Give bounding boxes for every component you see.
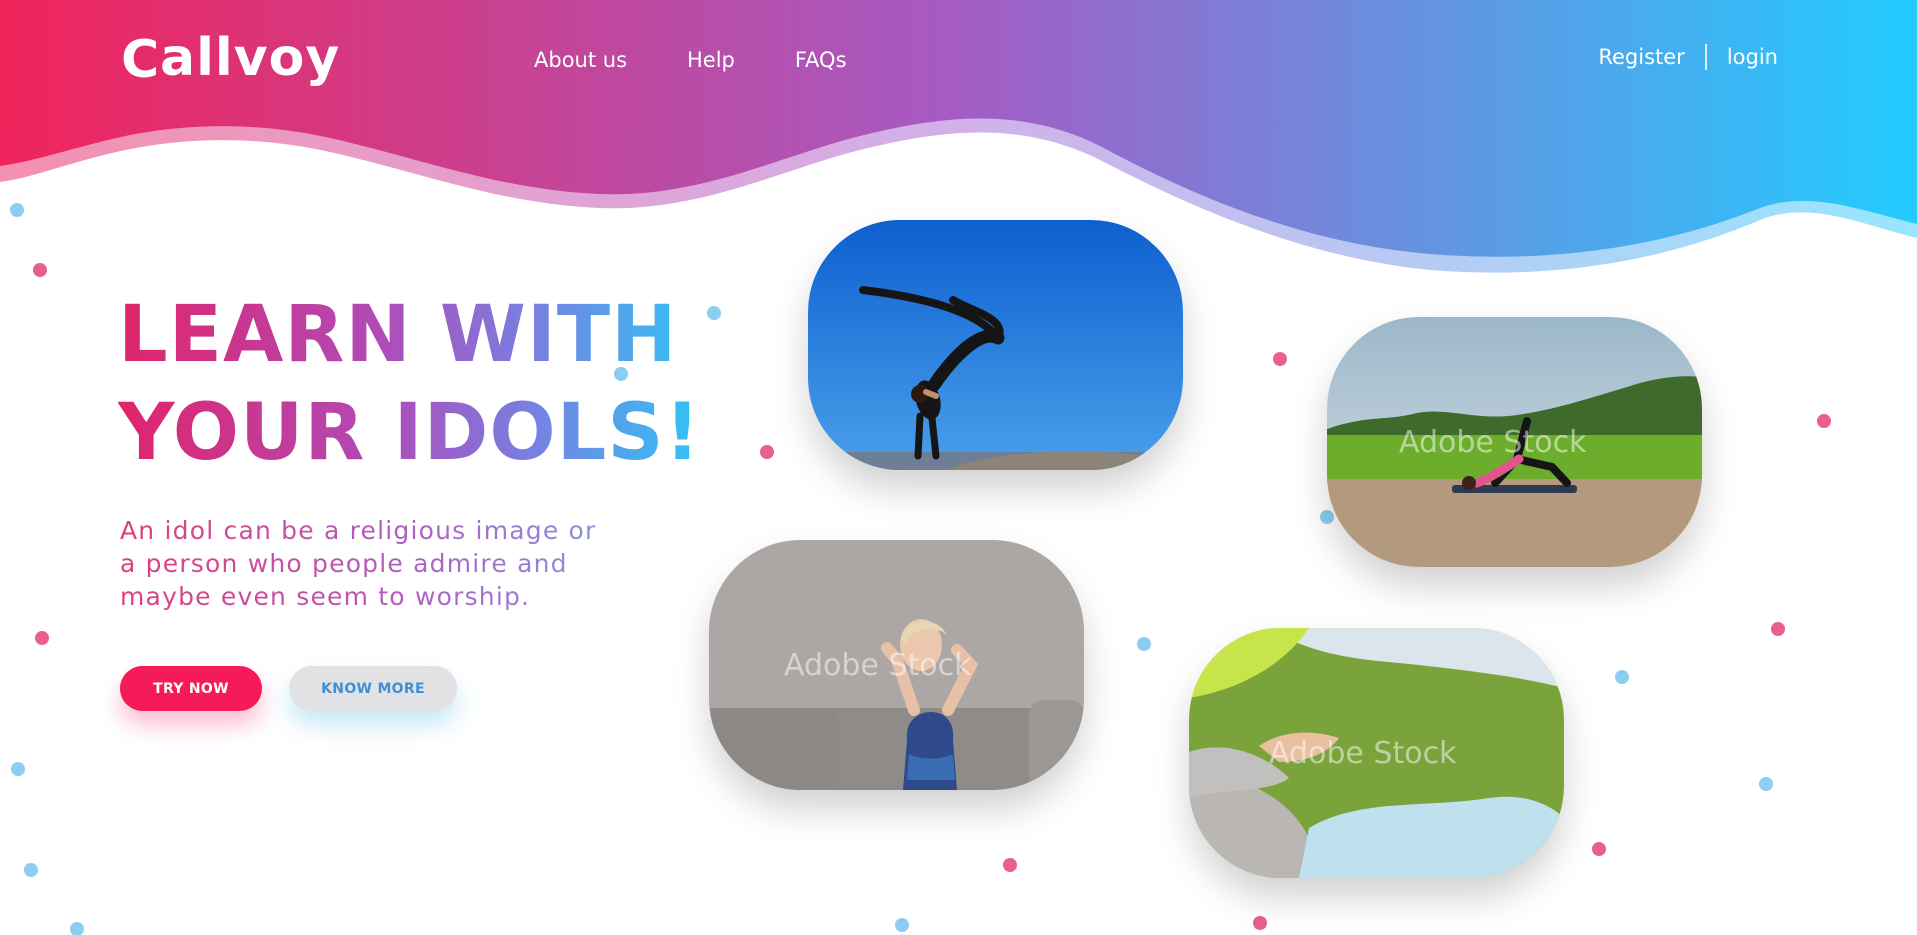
decor-dot xyxy=(1817,414,1831,428)
stock-watermark: Adobe Stock xyxy=(784,648,972,683)
decor-dot xyxy=(1615,670,1629,684)
decor-dot xyxy=(1759,777,1773,791)
photo-meditation-grass: Adobe Stock xyxy=(1189,628,1564,878)
auth-divider xyxy=(1704,44,1707,70)
brand-logo-initial: C xyxy=(121,30,160,90)
photo-handstand-yoga xyxy=(808,220,1183,470)
decor-dot xyxy=(1320,510,1334,524)
nav-item-faqs[interactable]: FAQs xyxy=(795,48,847,72)
register-link[interactable]: Register xyxy=(1598,45,1684,69)
auth-links: Register login xyxy=(1598,44,1778,70)
stock-watermark: Adobe Stock xyxy=(1269,736,1457,771)
decor-dot xyxy=(24,863,38,877)
hero-description: An idol can be a religious image or a pe… xyxy=(120,514,680,613)
decor-dot xyxy=(35,631,49,645)
decor-dot xyxy=(1003,858,1017,872)
nav-item-about-us[interactable]: About us xyxy=(534,48,627,72)
brand-name: allvoy xyxy=(160,28,341,88)
hero-description-line-3: maybe even seem to worship. xyxy=(120,582,531,611)
decor-dot xyxy=(11,762,25,776)
decor-dot xyxy=(1253,916,1267,930)
hero-headline-line-2: YOUR IDOLS! xyxy=(118,388,702,478)
hero-description-line-1: An idol can be a religious image or xyxy=(120,516,597,545)
hero-headline: LEARN WITH YOUR IDOLS! xyxy=(118,286,701,482)
photo-woman-stretching-couch: Adobe Stock xyxy=(709,540,1084,790)
login-link[interactable]: login xyxy=(1727,45,1778,69)
decor-dot xyxy=(70,922,84,935)
decor-dot xyxy=(1771,622,1785,636)
decor-dot xyxy=(895,918,909,932)
know-more-button[interactable]: KNOW MORE xyxy=(289,666,457,711)
try-now-button[interactable]: TRY NOW xyxy=(120,666,262,711)
decor-dot xyxy=(33,263,47,277)
photo-shoulder-stand-park: Adobe Stock xyxy=(1327,317,1702,567)
decor-dot xyxy=(1273,352,1287,366)
main-nav: About us Help FAQs xyxy=(534,48,847,72)
hero-description-line-2: a person who people admire and xyxy=(120,549,568,578)
decor-dot xyxy=(1137,637,1151,651)
decor-dot xyxy=(10,203,24,217)
landing-page: allvoy About us Help FAQs Register login… xyxy=(0,0,1917,935)
hero-headline-line-1: LEARN WITH xyxy=(118,290,678,380)
nav-item-help[interactable]: Help xyxy=(687,48,735,72)
decor-dot xyxy=(1592,842,1606,856)
decor-dot xyxy=(707,306,721,320)
decor-dot xyxy=(760,445,774,459)
